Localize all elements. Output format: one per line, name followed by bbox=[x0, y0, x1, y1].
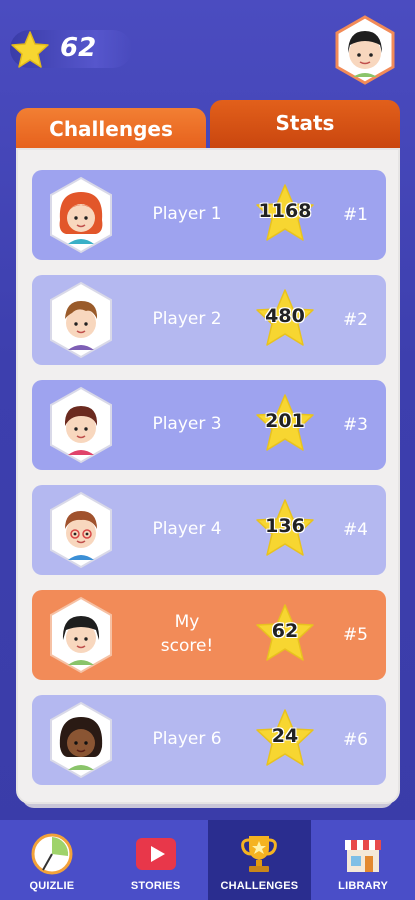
nav-stories[interactable]: STORIES bbox=[104, 820, 208, 900]
player-avatar bbox=[50, 491, 112, 569]
player-rank: #5 bbox=[342, 625, 368, 645]
leaderboard-row[interactable]: Player 1 1168 #1 bbox=[32, 170, 386, 260]
player-name: Player 2 bbox=[152, 309, 222, 330]
play-icon bbox=[135, 838, 176, 870]
score-star: 480 bbox=[254, 287, 316, 349]
score-star: 1168 bbox=[254, 182, 316, 244]
player-avatar bbox=[50, 281, 112, 359]
leaderboard-row-me[interactable]: My score! 62 #5 bbox=[32, 590, 386, 680]
player-rank: #1 bbox=[342, 205, 368, 225]
player-score: 1168 bbox=[258, 200, 312, 222]
player-rank: #4 bbox=[342, 520, 368, 540]
score-star: 201 bbox=[254, 392, 316, 454]
player-score: 62 bbox=[271, 620, 299, 642]
score-star: 62 bbox=[254, 602, 316, 664]
player-name: Player 6 bbox=[152, 729, 222, 750]
score-value: 62 bbox=[60, 33, 97, 63]
clock-icon bbox=[31, 833, 73, 875]
player-score: 136 bbox=[265, 515, 305, 537]
player-avatar bbox=[50, 596, 112, 674]
nav-label: LIBRARY bbox=[338, 880, 389, 892]
nav-label: QUIZLIE bbox=[29, 880, 75, 892]
player-rank: #6 bbox=[342, 730, 368, 750]
score-star: 136 bbox=[254, 497, 316, 559]
trophy-icon bbox=[241, 836, 278, 872]
player-name: Player 1 bbox=[152, 204, 222, 225]
player-score: 24 bbox=[271, 725, 299, 747]
score-star: 24 bbox=[254, 707, 316, 769]
player-score: 201 bbox=[265, 410, 305, 432]
nav-label: CHALLENGES bbox=[220, 880, 299, 892]
leaderboard-row[interactable]: Player 3 201 #3 bbox=[32, 380, 386, 470]
player-name: Player 4 bbox=[152, 519, 222, 540]
player-name: Player 3 bbox=[152, 414, 222, 435]
star-icon bbox=[11, 31, 49, 68]
player-rank: #2 bbox=[342, 310, 368, 330]
nav-quizlie[interactable]: QUIZLIE bbox=[0, 820, 104, 900]
leaderboard-row[interactable]: Player 2 480 #2 bbox=[32, 275, 386, 365]
tab-stats[interactable]: Stats bbox=[210, 100, 400, 150]
player-avatar bbox=[50, 701, 112, 779]
nav-library[interactable]: LIBRARY bbox=[311, 820, 415, 900]
player-name: My score! bbox=[160, 612, 214, 656]
profile-avatar[interactable] bbox=[334, 15, 396, 85]
player-avatar bbox=[50, 176, 112, 254]
player-avatar bbox=[50, 386, 112, 464]
leaderboard-row[interactable]: Player 4 136 #4 bbox=[32, 485, 386, 575]
nav-challenges[interactable]: CHALLENGES bbox=[207, 820, 312, 900]
store-icon bbox=[345, 840, 382, 872]
player-score: 480 bbox=[265, 305, 305, 327]
bottom-nav: QUIZLIE STORIES CHALLENGES LIBRARY bbox=[0, 820, 415, 900]
nav-label: STORIES bbox=[130, 880, 181, 892]
player-rank: #3 bbox=[342, 415, 368, 435]
leaderboard-panel: Player 1 1168 #1 Player 2 480 #2 Player … bbox=[16, 148, 400, 804]
tab-challenges[interactable]: Challenges bbox=[16, 108, 206, 150]
leaderboard-row[interactable]: Player 6 24 #6 bbox=[32, 695, 386, 785]
